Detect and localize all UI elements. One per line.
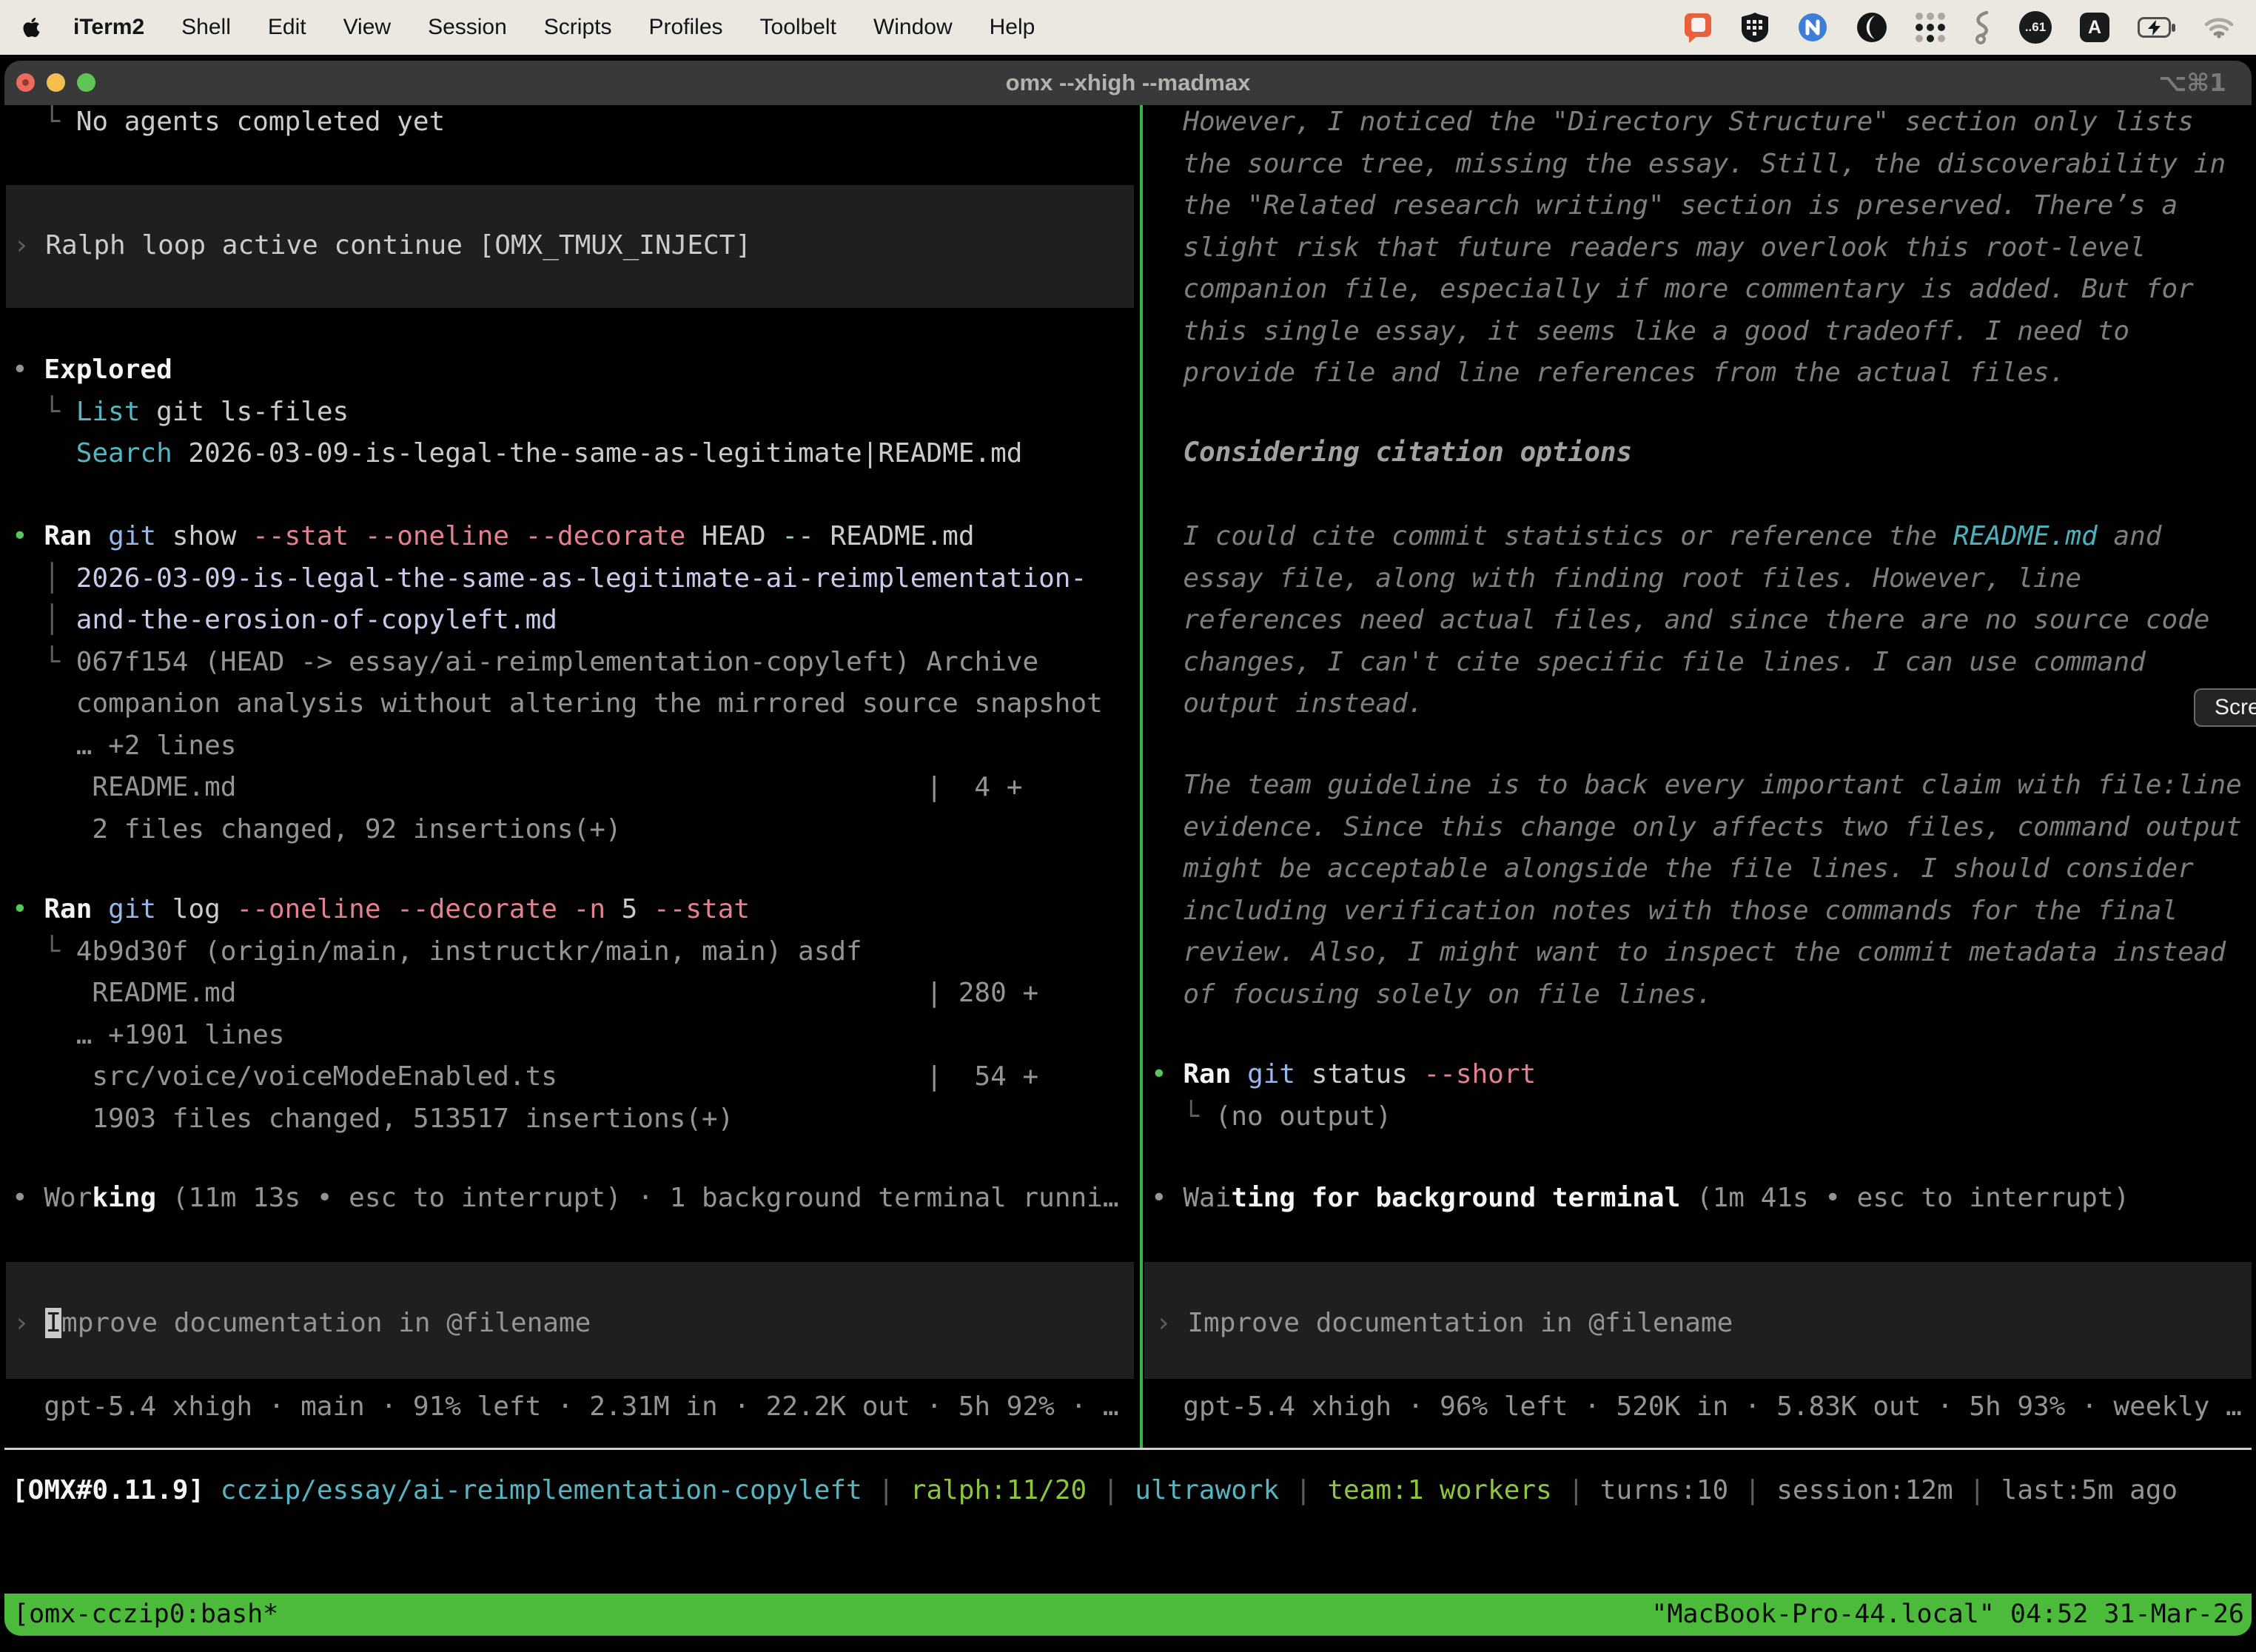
tmux-session-label: [omx-cczip0:bash* [13,1594,278,1636]
terminal-area: └ No agents completed yet › Ralph loop a… [4,105,2252,1636]
launcher-icon[interactable] [1856,12,1887,43]
screenshot-app-icon[interactable] [1683,12,1713,43]
verified-badge-icon[interactable] [1797,12,1828,43]
right-model-status-line: gpt-5.4 xhigh · 96% left · 520K in · 5.8… [1151,1386,2242,1428]
squiggle-icon[interactable] [1973,10,1991,44]
window-titlebar[interactable]: omx --xhigh --madmax ⌥⌘1 [4,61,2252,105]
left-prompt-input[interactable]: › Improve documentation in @filename [6,1262,1134,1379]
menu-item-edit[interactable]: Edit [268,15,306,40]
explored-block: • Explored └ List git ls-files Search 20… [12,349,1022,475]
tmux-status-bar: [omx-cczip0:bash* "MacBook-Pro-44.local"… [4,1594,2252,1636]
reasoning-paragraph-2: I could cite commit statistics or refere… [1151,516,2209,725]
macos-menu-bar: iTerm2 Shell Edit View Session Scripts P… [0,0,2256,55]
git-show-block: • Ran git show --stat --oneline --decora… [12,516,1103,850]
window-title: omx --xhigh --madmax [4,61,2252,105]
dots-grid-icon[interactable] [1916,13,1945,42]
working-status-line: • Working (11m 13s • esc to interrupt) ·… [12,1178,1119,1220]
omx-status-bar: [OMX#0.11.9] cczip/essay/ai-reimplementa… [12,1470,2178,1512]
battery-icon[interactable] [2138,17,2176,38]
waiting-status-line: • Waiting for background terminal (1m 41… [1151,1178,2129,1220]
reasoning-paragraph-3: The team guideline is to back every impo… [1151,765,2242,1015]
menu-item-session[interactable]: Session [428,15,507,40]
menu-item-scripts[interactable]: Scripts [544,15,612,40]
zoom-button[interactable] [77,73,95,92]
reasoning-heading: Considering citation options [1151,432,1632,474]
tmux-host-clock: "MacBook-Pro-44.local" 04:52 31-Mar-26 [1651,1594,2244,1636]
reasoning-paragraph-1: However, I noticed the "Directory Struct… [1151,105,2226,394]
timer-badge-label: ..61 [2025,20,2046,35]
menu-item-view[interactable]: View [343,15,391,40]
left-model-status-line: gpt-5.4 xhigh · main · 91% left · 2.31M … [12,1386,1119,1428]
git-status-block: • Ran git status --short └ (no output) [1151,1054,1536,1138]
right-agent-pane: However, I noticed the "Directory Struct… [1151,105,2252,1636]
menu-item-iterm2[interactable]: iTerm2 [73,15,144,40]
status-divider-line [4,1448,2252,1450]
close-button[interactable] [16,73,35,92]
menu-item-help[interactable]: Help [990,15,1035,40]
git-log-block: • Ran git log --oneline --decorate -n 5 … [12,889,1038,1140]
menu-items: iTerm2 Shell Edit View Session Scripts P… [73,15,1035,40]
agents-completed-line: └ No agents completed yet [12,105,445,144]
menu-item-toolbelt[interactable]: Toolbelt [760,15,836,40]
apple-menu-icon[interactable] [22,16,41,38]
input-source-label: A [2088,17,2101,38]
wifi-icon[interactable] [2204,16,2234,38]
timer-badge-icon[interactable]: ..61 [2019,11,2052,44]
menu-item-profiles[interactable]: Profiles [648,15,722,40]
shield-grid-icon[interactable] [1741,12,1769,43]
pane-divider[interactable] [1140,105,1143,1448]
ralph-inject-banner: › Ralph loop active continue [OMX_TMUX_I… [6,185,1134,308]
traffic-lights [16,73,95,92]
right-prompt-input[interactable]: › Improve documentation in @filename [1144,1262,2252,1379]
screen-overlay-button[interactable]: Scre [2194,688,2256,727]
iterm2-window: omx --xhigh --madmax ⌥⌘1 └ No agents com… [4,61,2252,1636]
window-shortcut-badge: ⌥⌘1 [2158,61,2226,105]
input-source-icon[interactable]: A [2080,13,2109,42]
menu-item-shell[interactable]: Shell [181,15,231,40]
minimize-button[interactable] [47,73,65,92]
left-agent-pane: └ No agents completed yet › Ralph loop a… [4,105,1140,1636]
menu-item-window[interactable]: Window [873,15,953,40]
menu-status-icons: ..61 A [1683,10,2234,44]
